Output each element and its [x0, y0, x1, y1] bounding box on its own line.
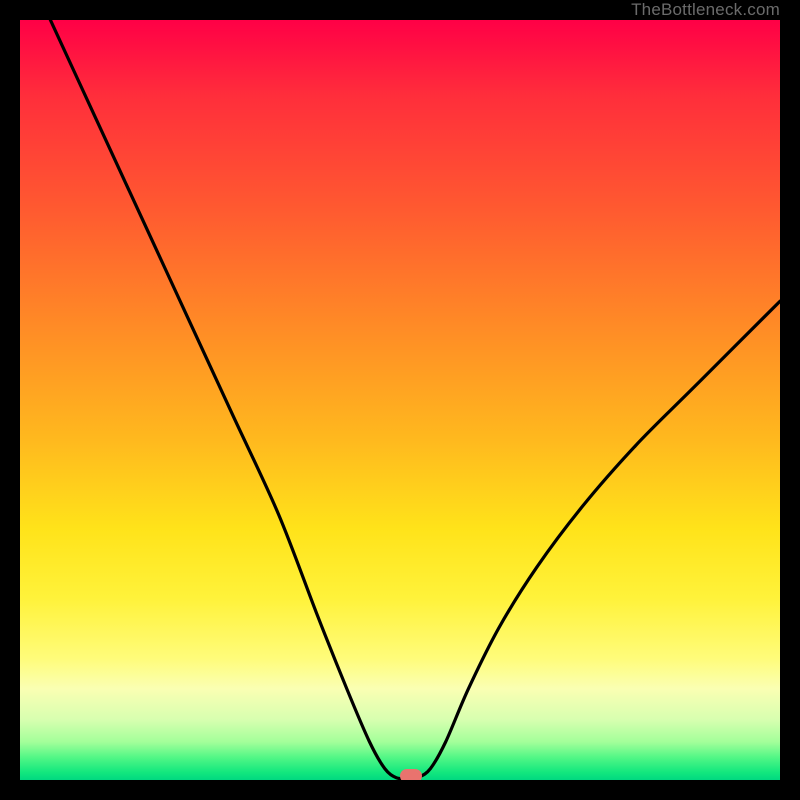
curve-svg — [20, 20, 780, 780]
watermark: TheBottleneck.com — [631, 0, 780, 20]
plot-area — [20, 20, 780, 780]
chart-frame: TheBottleneck.com — [0, 0, 800, 800]
bottleneck-curve — [50, 20, 780, 779]
optimum-marker — [400, 769, 422, 780]
